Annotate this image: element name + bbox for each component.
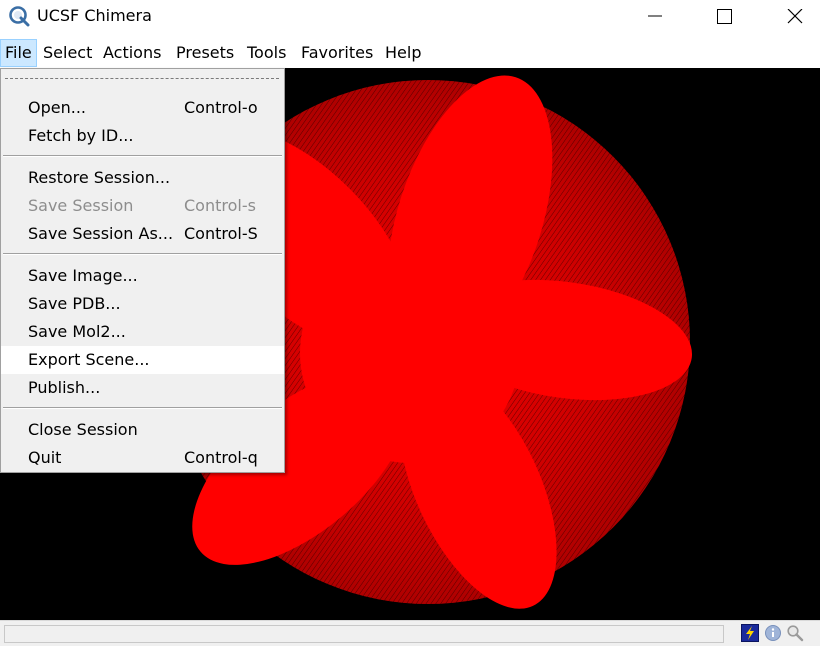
menu-item-save-session: Save Session Control-s [1,192,284,220]
maximize-button[interactable] [701,0,747,32]
menu-select[interactable]: Select [39,39,96,67]
menu-item-label: Publish... [28,378,101,397]
minimize-icon [648,15,662,17]
menu-item-label: Open... [28,98,86,117]
menu-separator [3,155,282,157]
menu-item-label: Save PDB... [28,294,121,313]
title-bar[interactable]: UCSF Chimera [0,0,820,34]
menu-item-shortcut: Control-o [184,98,258,117]
status-bar [0,620,820,646]
menu-item-open[interactable]: Open... Control-o [1,94,284,122]
menu-file[interactable]: File [0,39,37,67]
lightning-icon[interactable] [741,624,759,642]
menu-presets[interactable]: Presets [172,39,238,67]
minimize-button[interactable] [632,0,678,32]
menu-separator [3,407,282,409]
menu-item-restore-session[interactable]: Restore Session... [1,164,284,192]
menu-item-label: Save Image... [28,266,138,285]
chimera-logo-icon [8,5,30,27]
menu-item-shortcut: Control-q [184,448,258,467]
tearoff-line[interactable] [5,78,279,79]
menu-help[interactable]: Help [381,39,425,67]
maximize-icon [717,9,732,24]
menu-item-quit[interactable]: Quit Control-q [1,444,284,472]
menu-item-close-session[interactable]: Close Session [1,416,284,444]
menu-favorites[interactable]: Favorites [297,39,377,67]
menu-item-label: Restore Session... [28,168,171,187]
status-message [4,625,724,643]
window-title: UCSF Chimera [37,6,152,25]
menu-item-save-session-as[interactable]: Save Session As... Control-S [1,220,284,248]
menu-item-shortcut: Control-S [184,224,258,243]
close-button[interactable] [772,0,818,32]
magnifier-icon[interactable] [786,624,804,642]
menu-item-label: Export Scene... [28,350,150,369]
menu-actions[interactable]: Actions [99,39,165,67]
menu-item-label: Close Session [28,420,138,439]
menu-item-save-mol2[interactable]: Save Mol2... [1,318,284,346]
menu-item-label: Save Session As... [28,224,174,243]
menu-item-publish[interactable]: Publish... [1,374,284,402]
menu-item-export-scene[interactable]: Export Scene... [1,346,284,374]
menu-item-fetch-by-id[interactable]: Fetch by ID... [1,122,284,150]
menu-bar: File Select Actions Presets Tools Favori… [0,39,820,67]
menu-tools[interactable]: Tools [243,39,290,67]
menu-item-save-image[interactable]: Save Image... [1,262,284,290]
menu-separator [3,253,282,255]
close-icon [787,9,803,24]
menu-item-label: Save Mol2... [28,322,126,341]
menu-item-save-pdb[interactable]: Save PDB... [1,290,284,318]
info-icon[interactable] [764,624,782,642]
menu-item-label: Fetch by ID... [28,126,134,145]
file-menu-dropdown: Open... Control-o Fetch by ID... Restore… [0,68,285,473]
menu-item-label: Save Session [28,196,134,215]
menu-item-shortcut: Control-s [184,196,256,215]
menu-item-label: Quit [28,448,62,467]
